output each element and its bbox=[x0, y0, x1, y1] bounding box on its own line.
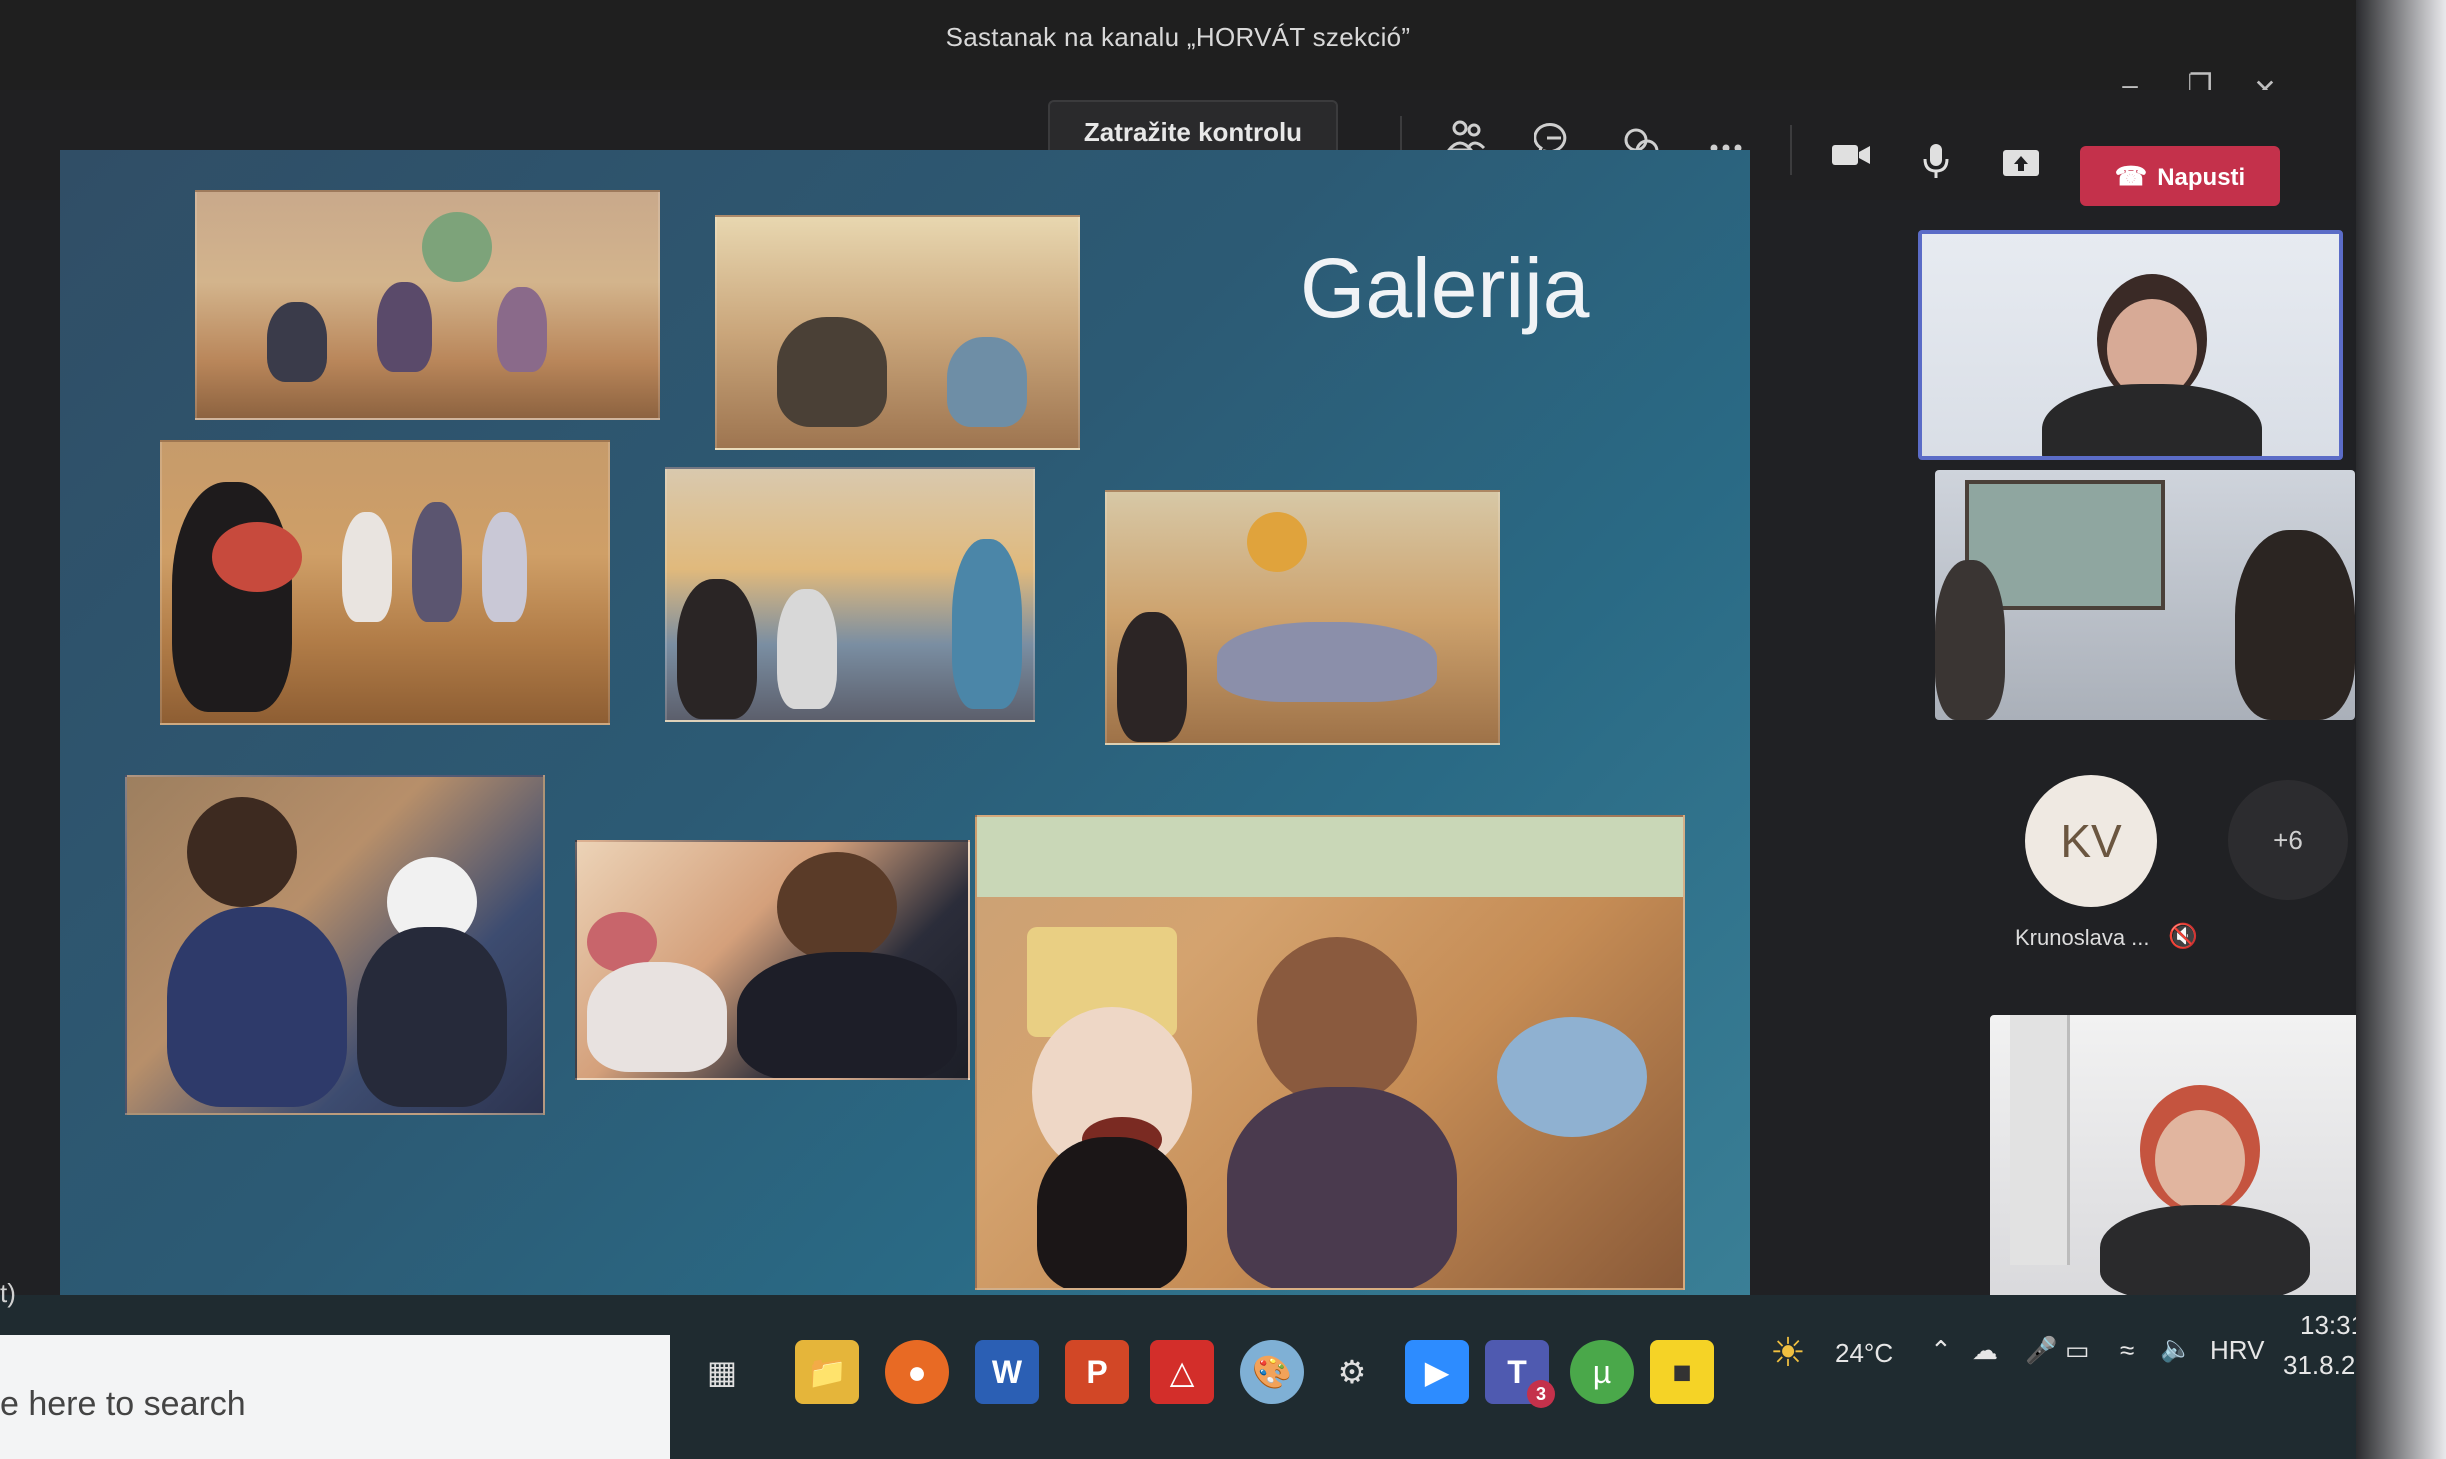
language-indicator[interactable]: HRV bbox=[2210, 1335, 2264, 1366]
wifi-icon[interactable]: ≈ bbox=[2120, 1335, 2134, 1366]
teams-title-bar: Sastanak na kanalu „HORVÁT szekció” bbox=[0, 0, 2356, 90]
taskbar-search-placeholder[interactable]: e here to search bbox=[0, 1385, 246, 1424]
paint-icon[interactable]: 🎨 bbox=[1240, 1340, 1304, 1404]
tray-microphone-icon[interactable]: 🎤 bbox=[2025, 1335, 2057, 1366]
file-explorer-icon[interactable]: 📁 bbox=[795, 1340, 859, 1404]
gallery-photo-king-puppet bbox=[975, 815, 1685, 1290]
powerpoint-icon[interactable]: P bbox=[1065, 1340, 1129, 1404]
weather-sun-icon[interactable]: ☀ bbox=[1770, 1330, 1806, 1376]
share-screen-icon[interactable] bbox=[1995, 142, 2047, 194]
phone-hangup-icon: ☎ bbox=[2114, 161, 2148, 191]
onedrive-cloud-icon[interactable]: ☁ bbox=[1972, 1335, 1998, 1366]
slide-title: Galerija bbox=[1300, 241, 1590, 335]
utorrent-icon[interactable]: µ bbox=[1570, 1340, 1634, 1404]
gallery-photo-kids-with-puppets bbox=[665, 467, 1035, 722]
settings-gear-icon[interactable]: ⚙ bbox=[1320, 1340, 1384, 1404]
firefox-icon[interactable]: ● bbox=[885, 1340, 949, 1404]
task-view-icon[interactable]: ▦ bbox=[690, 1340, 754, 1404]
left-edge-text: t) bbox=[0, 1278, 16, 1308]
tray-chevron-up-icon[interactable]: ⌃ bbox=[1930, 1335, 1952, 1366]
battery-icon[interactable]: ▭ bbox=[2065, 1335, 2090, 1366]
window-title: Sastanak na kanalu „HORVÁT szekció” bbox=[945, 22, 1411, 52]
participant-video-map-room[interactable] bbox=[1935, 470, 2355, 720]
microphone-icon[interactable] bbox=[1910, 140, 1962, 192]
participant-video-red-hair[interactable] bbox=[1990, 1015, 2375, 1300]
more-participants-button[interactable]: +6 bbox=[2228, 780, 2348, 900]
sticky-notes-icon[interactable]: ■ bbox=[1650, 1340, 1714, 1404]
toolbar-divider bbox=[1790, 125, 1792, 175]
leave-button[interactable]: ☎ Napusti bbox=[2080, 146, 2280, 206]
temperature-label[interactable]: 24°C bbox=[1835, 1338, 1893, 1369]
leave-button-label: Napusti bbox=[2157, 164, 2246, 191]
volume-icon[interactable]: 🔈 bbox=[2160, 1333, 2192, 1364]
gallery-photo-boy-with-puppet bbox=[125, 775, 545, 1115]
teams-badge: 3 bbox=[1527, 1380, 1555, 1408]
participant-name-kv: Krunoslava ... bbox=[2015, 925, 2150, 950]
word-icon[interactable]: W bbox=[975, 1340, 1039, 1404]
camera-icon[interactable] bbox=[1825, 135, 1877, 187]
participant-avatar-kv[interactable]: KV bbox=[2025, 775, 2157, 907]
acrobat-icon[interactable]: △ bbox=[1150, 1340, 1214, 1404]
gallery-photo-group-seated bbox=[1105, 490, 1500, 745]
zoom-icon[interactable]: ▶ bbox=[1405, 1340, 1469, 1404]
gallery-photo-puppet-show bbox=[715, 215, 1080, 450]
participant-video-headset[interactable] bbox=[1918, 230, 2343, 460]
gallery-photo-dragon-puppet bbox=[160, 440, 610, 725]
screen: Sastanak na kanalu „HORVÁT szekció” – ❐ … bbox=[0, 0, 2446, 1459]
gallery-photo-classroom-circle bbox=[195, 190, 660, 420]
teams-icon[interactable]: T3 bbox=[1485, 1340, 1555, 1408]
gallery-photo-girl-with-puppet bbox=[575, 840, 970, 1080]
muted-mic-icon: 🔇 bbox=[2168, 923, 2198, 950]
screen-bezel bbox=[2356, 0, 2446, 1459]
